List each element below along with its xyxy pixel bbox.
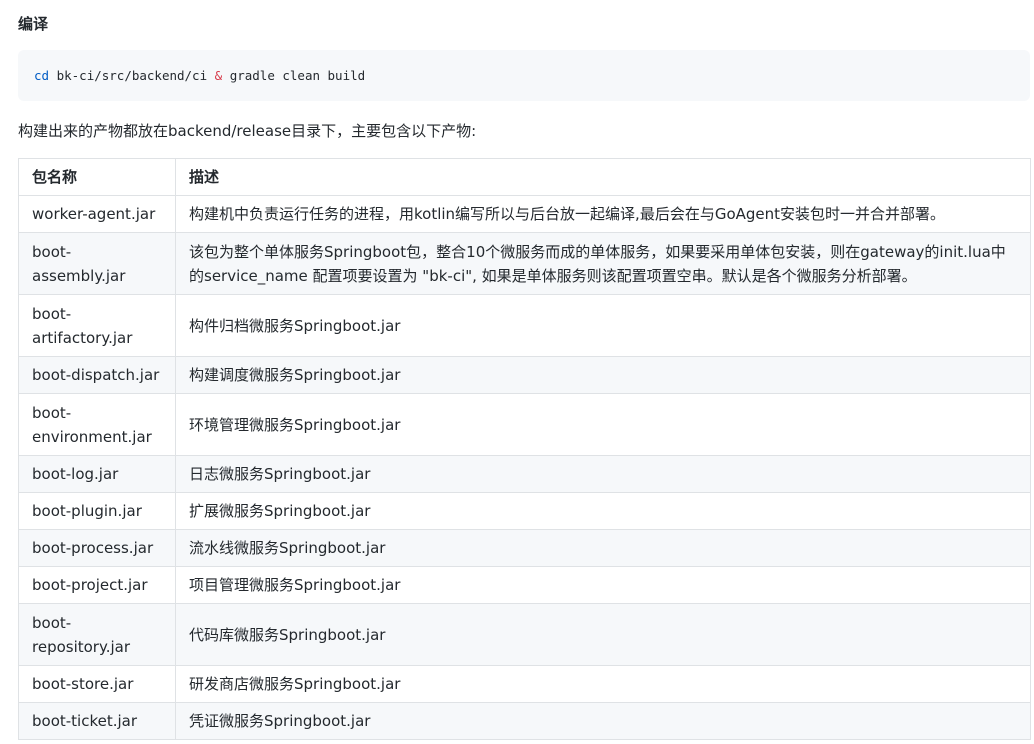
table-row: boot-project.jar 项目管理微服务Springboot.jar [18, 566, 1031, 604]
package-table: 包名称 描述 worker-agent.jar 构建机中负责运行任务的进程，用k… [18, 158, 1031, 740]
package-description: 项目管理微服务Springboot.jar [175, 566, 1031, 604]
header-package-name: 包名称 [18, 158, 176, 196]
package-name: boot-dispatch.jar [18, 356, 176, 394]
table-row: boot-environment.jar 环境管理微服务Springboot.j… [18, 393, 1031, 456]
code-block[interactable]: cd bk-ci/src/backend/ci & gradle clean b… [18, 50, 1030, 101]
package-description: 凭证微服务Springboot.jar [175, 702, 1031, 740]
package-description: 扩展微服务Springboot.jar [175, 492, 1031, 530]
table-row: boot-assembly.jar 该包为整个单体服务Springboot包，整… [18, 232, 1031, 295]
package-name: boot-repository.jar [18, 603, 176, 666]
code-rest: gradle clean build [222, 68, 366, 83]
section-heading: 编译 [18, 15, 49, 33]
table-row: boot-repository.jar 代码库微服务Springboot.jar [18, 603, 1031, 666]
package-name: worker-agent.jar [18, 195, 176, 233]
code-command: cd [34, 68, 50, 83]
package-name: boot-assembly.jar [18, 232, 176, 295]
package-name: boot-ticket.jar [18, 702, 176, 740]
table-row: boot-store.jar 研发商店微服务Springboot.jar [18, 665, 1031, 703]
table-header-row: 包名称 描述 [18, 158, 1031, 196]
table-row: boot-ticket.jar 凭证微服务Springboot.jar [18, 702, 1031, 740]
package-description: 研发商店微服务Springboot.jar [175, 665, 1031, 703]
package-name: boot-environment.jar [18, 393, 176, 456]
package-name: boot-process.jar [18, 529, 176, 567]
package-description: 构件归档微服务Springboot.jar [175, 294, 1031, 357]
package-name: boot-log.jar [18, 455, 176, 493]
table-row: boot-plugin.jar 扩展微服务Springboot.jar [18, 492, 1031, 530]
package-description: 该包为整个单体服务Springboot包，整合10个微服务而成的单体服务，如果要… [175, 232, 1031, 295]
package-description: 构建调度微服务Springboot.jar [175, 356, 1031, 394]
package-name: boot-store.jar [18, 665, 176, 703]
table-row: boot-log.jar 日志微服务Springboot.jar [18, 455, 1031, 493]
table-row: boot-dispatch.jar 构建调度微服务Springboot.jar [18, 356, 1031, 394]
package-description: 环境管理微服务Springboot.jar [175, 393, 1031, 456]
table-row: boot-process.jar 流水线微服务Springboot.jar [18, 529, 1031, 567]
package-description: 构建机中负责运行任务的进程，用kotlin编写所以与后台放一起编译,最后会在与G… [175, 195, 1031, 233]
table-row: worker-agent.jar 构建机中负责运行任务的进程，用kotlin编写… [18, 195, 1031, 233]
intro-paragraph: 构建出来的产物都放在backend/release目录下，主要包含以下产物: [18, 122, 477, 140]
code-path: bk-ci/src/backend/ci [49, 68, 215, 83]
package-name: boot-plugin.jar [18, 492, 176, 530]
header-description: 描述 [175, 158, 1031, 196]
package-description: 日志微服务Springboot.jar [175, 455, 1031, 493]
package-description: 代码库微服务Springboot.jar [175, 603, 1031, 666]
package-name: boot-artifactory.jar [18, 294, 176, 357]
package-description: 流水线微服务Springboot.jar [175, 529, 1031, 567]
table-row: boot-artifactory.jar 构件归档微服务Springboot.j… [18, 294, 1031, 357]
package-name: boot-project.jar [18, 566, 176, 604]
